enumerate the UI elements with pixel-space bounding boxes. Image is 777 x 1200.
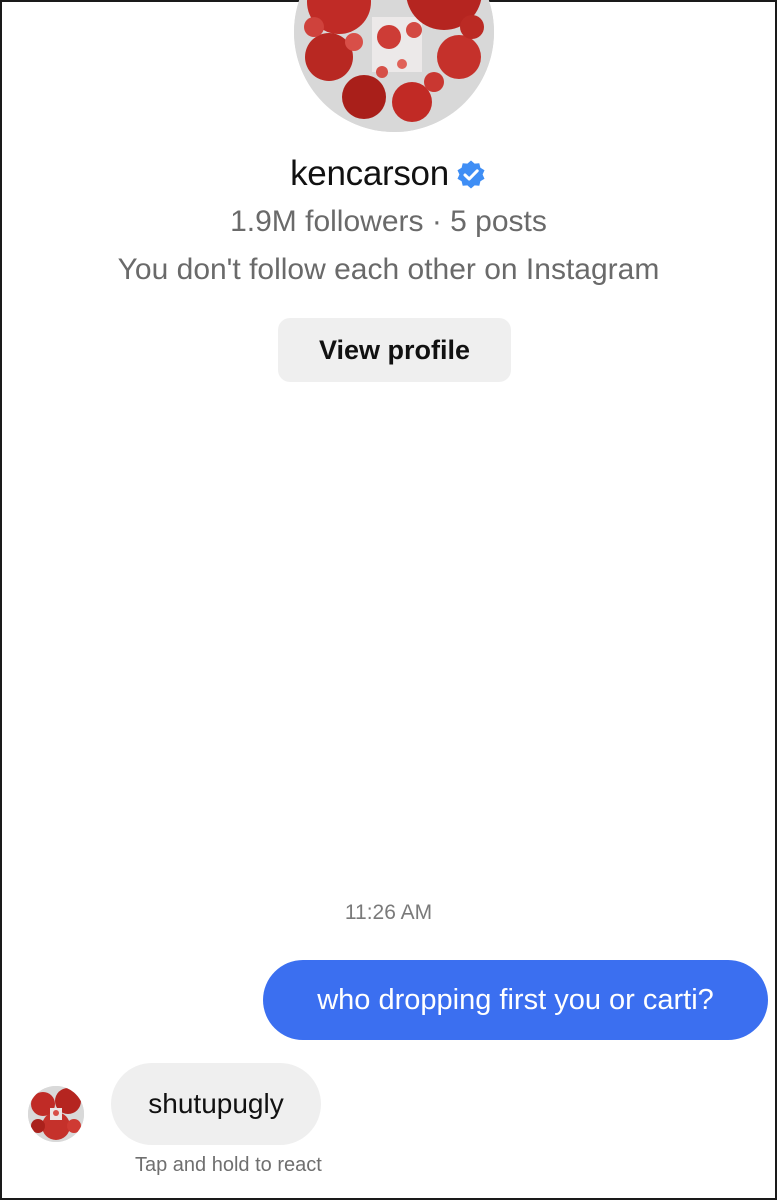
- profile-username[interactable]: kencarson: [290, 154, 449, 194]
- profile-avatar-image: [294, 0, 494, 132]
- follow-status: You don't follow each other on Instagram: [117, 253, 660, 286]
- message-timestamp: 11:26 AM: [344, 901, 433, 924]
- received-message-bubble[interactable]: shutupugly: [111, 1063, 321, 1145]
- sent-message-text: who dropping first you or carti?: [317, 983, 714, 1016]
- profile-avatar[interactable]: [294, 0, 494, 132]
- view-profile-button[interactable]: View profile: [278, 318, 511, 382]
- verified-badge-icon: [455, 159, 487, 191]
- received-message-text: shutupugly: [148, 1088, 284, 1119]
- sender-avatar-image: [28, 1086, 84, 1142]
- profile-name-row: kencarson: [0, 150, 777, 198]
- react-hint: Tap and hold to react: [135, 1154, 322, 1176]
- sender-avatar[interactable]: [28, 1086, 84, 1142]
- profile-stats: 1.9M followers · 5 posts: [230, 205, 547, 238]
- sent-message-bubble[interactable]: who dropping first you or carti?: [263, 960, 768, 1040]
